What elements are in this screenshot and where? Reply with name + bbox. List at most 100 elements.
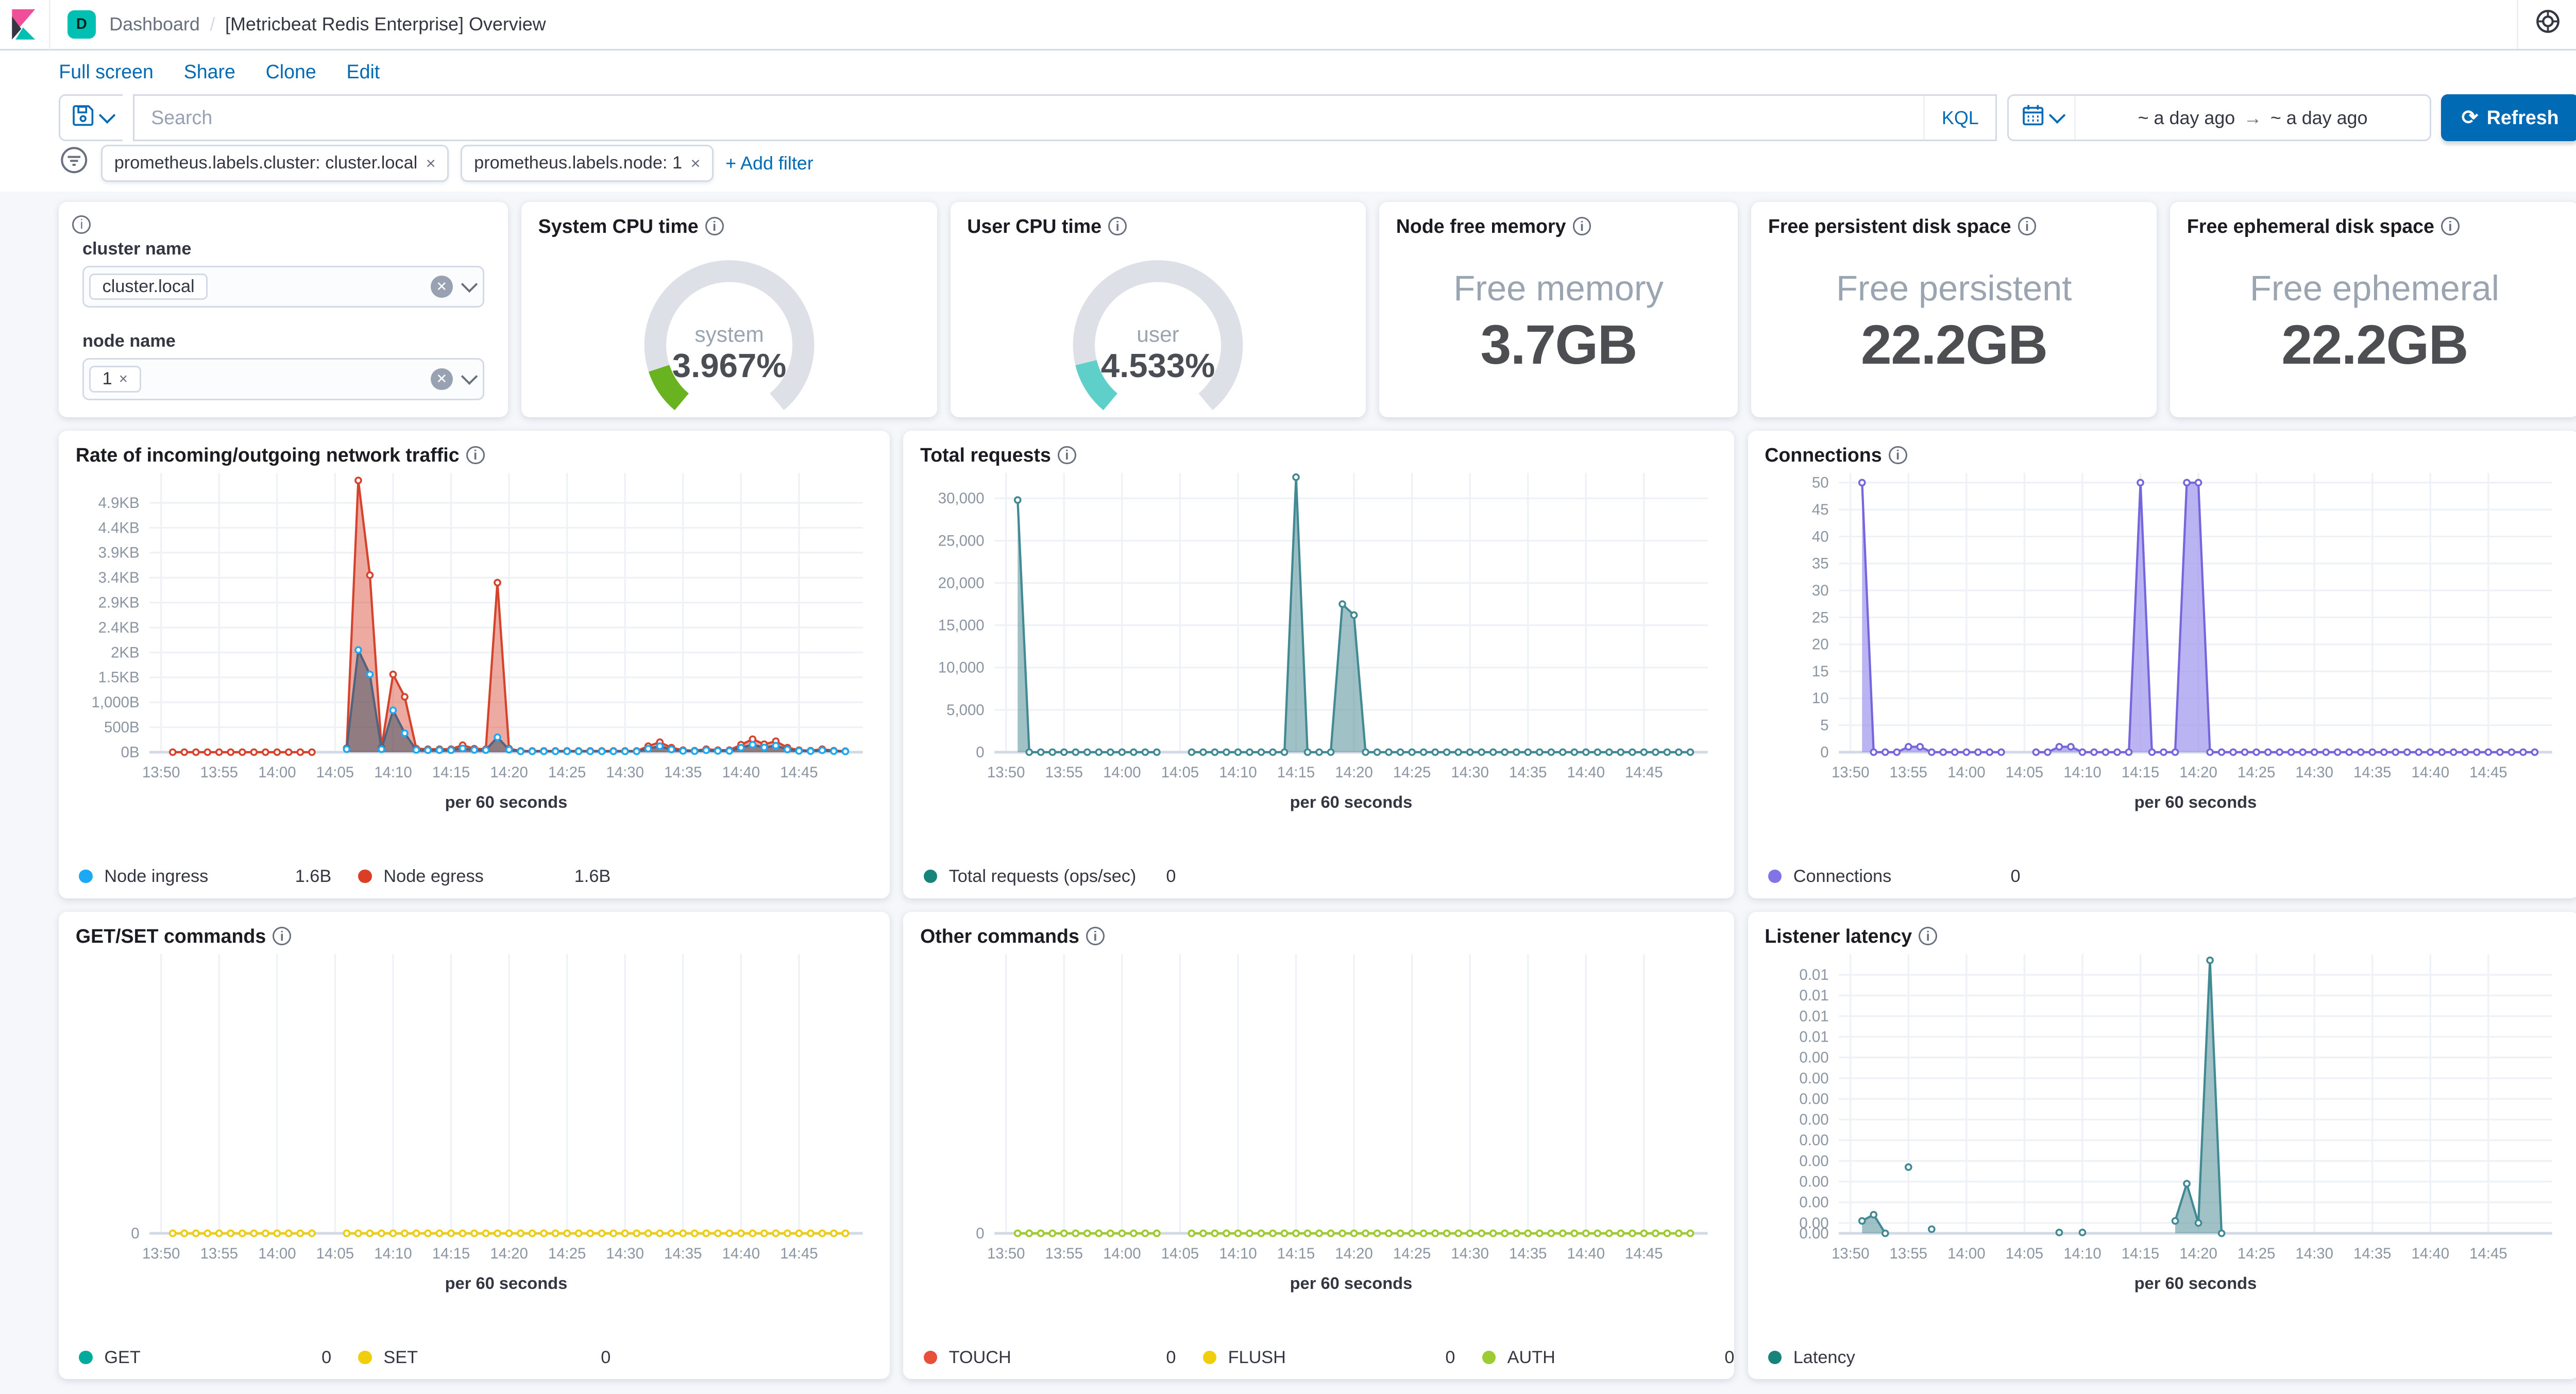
kibana-logo-icon[interactable]	[0, 0, 50, 49]
save-icon	[72, 103, 94, 133]
svg-text:2.9KB: 2.9KB	[98, 594, 140, 611]
legend-value: 0	[1445, 1348, 1455, 1368]
info-icon[interactable]	[2018, 217, 2037, 235]
date-to[interactable]: ~ a day ago	[2270, 107, 2368, 129]
svg-text:per 60 seconds: per 60 seconds	[2134, 792, 2257, 811]
chart-legend: Node ingress1.6B Node egress1.6B	[79, 866, 637, 887]
filter-pill-node[interactable]: prometheus.labels.node: 1 ×	[461, 145, 714, 182]
svg-text:15: 15	[1812, 663, 1829, 680]
metric-label: Free persistent	[1836, 268, 2072, 309]
search-input[interactable]	[134, 107, 1924, 129]
info-icon[interactable]	[2441, 217, 2460, 235]
menu-full-screen[interactable]: Full screen	[59, 61, 154, 84]
legend-item[interactable]: AUTH0	[1482, 1348, 1735, 1368]
legend-item[interactable]: Latency	[1768, 1348, 1855, 1368]
svg-text:14:45: 14:45	[2469, 1245, 2507, 1262]
info-icon[interactable]	[72, 215, 91, 234]
refresh-icon	[2462, 106, 2479, 129]
svg-text:14:40: 14:40	[1567, 764, 1605, 781]
legend-dot-icon	[79, 1351, 92, 1364]
getset-commands-chart[interactable]: 013:5013:5514:0014:0514:1014:1514:2014:2…	[72, 947, 876, 1311]
svg-text:0.01: 0.01	[1799, 1008, 1828, 1025]
cluster-token[interactable]: cluster.local	[89, 274, 208, 300]
system-cpu-gauge: system3.967%	[535, 237, 923, 413]
legend-item[interactable]: TOUCH0	[924, 1348, 1176, 1368]
refresh-button[interactable]: Refresh	[2441, 94, 2576, 141]
date-range[interactable]: ~ a day ago → ~ a day ago	[2076, 107, 2430, 129]
panel-network-traffic: Rate of incoming/outgoing network traffi…	[59, 431, 890, 898]
metric-label: Free memory	[1453, 268, 1664, 309]
svg-text:10: 10	[1812, 690, 1829, 707]
menu-clone[interactable]: Clone	[266, 61, 316, 84]
cluster-name-select[interactable]: cluster.local ✕	[82, 266, 484, 308]
kql-button[interactable]: KQL	[1923, 96, 1995, 140]
svg-text:per 60 seconds: per 60 seconds	[2134, 1273, 2257, 1293]
network-traffic-chart[interactable]: 4.9KB4.4KB3.9KB3.4KB2.9KB2.4KB2KB1.5KB1,…	[72, 466, 876, 829]
info-icon[interactable]	[1889, 446, 1907, 465]
svg-text:14:35: 14:35	[1509, 1245, 1547, 1262]
add-filter-button[interactable]: + Add filter	[725, 152, 814, 174]
legend-item[interactable]: Node ingress1.6B	[79, 866, 331, 887]
close-icon[interactable]: ×	[690, 154, 700, 173]
svg-text:13:55: 13:55	[1045, 764, 1083, 781]
legend-item[interactable]: Node egress1.6B	[358, 866, 611, 887]
svg-text:0: 0	[976, 1225, 984, 1242]
space-badge[interactable]: D	[67, 10, 96, 39]
panel-other-commands: Other commands 013:5013:5514:0014:0514:1…	[903, 912, 1734, 1380]
svg-text:13:50: 13:50	[142, 1245, 180, 1262]
info-icon[interactable]	[466, 446, 485, 465]
svg-text:13:50: 13:50	[1832, 1245, 1870, 1262]
legend-item[interactable]: SET0	[358, 1348, 611, 1368]
info-icon[interactable]	[1919, 927, 1937, 945]
close-icon[interactable]: ×	[119, 370, 128, 388]
svg-text:14:10: 14:10	[375, 764, 413, 781]
top-actions	[2517, 0, 2576, 49]
svg-text:20,000: 20,000	[938, 574, 984, 591]
filter-bar: prometheus.labels.cluster: cluster.local…	[0, 145, 2576, 192]
legend-value: 0	[1166, 1348, 1176, 1368]
info-icon[interactable]	[705, 217, 724, 235]
date-from[interactable]: ~ a day ago	[2138, 107, 2235, 129]
clear-icon[interactable]: ✕	[431, 368, 452, 390]
node-token[interactable]: 1 ×	[89, 366, 141, 393]
chart-legend: Total requests (ops/sec)0	[924, 866, 1203, 887]
close-icon[interactable]: ×	[426, 154, 436, 173]
svg-text:13:50: 13:50	[987, 764, 1025, 781]
info-icon[interactable]	[1086, 927, 1105, 945]
svg-text:0.00: 0.00	[1799, 1194, 1828, 1211]
info-icon[interactable]	[1573, 217, 1591, 235]
info-icon[interactable]	[273, 927, 291, 945]
total-requests-chart[interactable]: 30,00025,00020,00015,00010,0005,000013:5…	[917, 466, 1721, 829]
svg-text:0.00: 0.00	[1799, 1132, 1828, 1149]
legend-label: Connections	[1793, 866, 1892, 887]
clear-icon[interactable]: ✕	[431, 276, 452, 297]
info-icon[interactable]	[1058, 446, 1076, 465]
svg-text:45: 45	[1812, 501, 1829, 518]
other-commands-chart[interactable]: 013:5013:5514:0014:0514:1014:1514:2014:2…	[917, 947, 1721, 1311]
listener-latency-chart[interactable]: 0.010.010.010.010.000.000.000.000.000.00…	[1761, 947, 2566, 1311]
legend-value: 0	[321, 1348, 331, 1368]
connections-chart[interactable]: 5045403530252015105013:5013:5514:0014:05…	[1761, 466, 2566, 829]
svg-text:14:00: 14:00	[1103, 764, 1141, 781]
filter-menu-button[interactable]	[59, 148, 89, 178]
help-button[interactable]	[2517, 0, 2576, 49]
svg-text:14:10: 14:10	[375, 1245, 413, 1262]
legend-item[interactable]: FLUSH0	[1203, 1348, 1455, 1368]
legend-item[interactable]: Total requests (ops/sec)0	[924, 866, 1176, 887]
chevron-down-icon	[461, 276, 478, 293]
save-query-button[interactable]	[59, 94, 123, 141]
legend-item[interactable]: GET0	[79, 1348, 331, 1368]
svg-text:14:40: 14:40	[722, 1245, 760, 1262]
menu-share[interactable]: Share	[184, 61, 235, 84]
breadcrumb-dashboard[interactable]: Dashboard	[109, 13, 200, 35]
info-icon[interactable]	[1108, 217, 1127, 235]
legend-item[interactable]: Connections0	[1768, 866, 2021, 887]
node-name-select[interactable]: 1 × ✕	[82, 358, 484, 400]
filter-pill-cluster[interactable]: prometheus.labels.cluster: cluster.local…	[101, 145, 449, 182]
svg-text:2.4KB: 2.4KB	[98, 619, 140, 636]
legend-value: 1.6B	[295, 866, 332, 887]
svg-text:13:50: 13:50	[987, 1245, 1025, 1262]
svg-text:14:20: 14:20	[2179, 764, 2217, 781]
date-picker-quick-menu[interactable]	[2009, 96, 2076, 140]
menu-edit[interactable]: Edit	[347, 61, 380, 84]
